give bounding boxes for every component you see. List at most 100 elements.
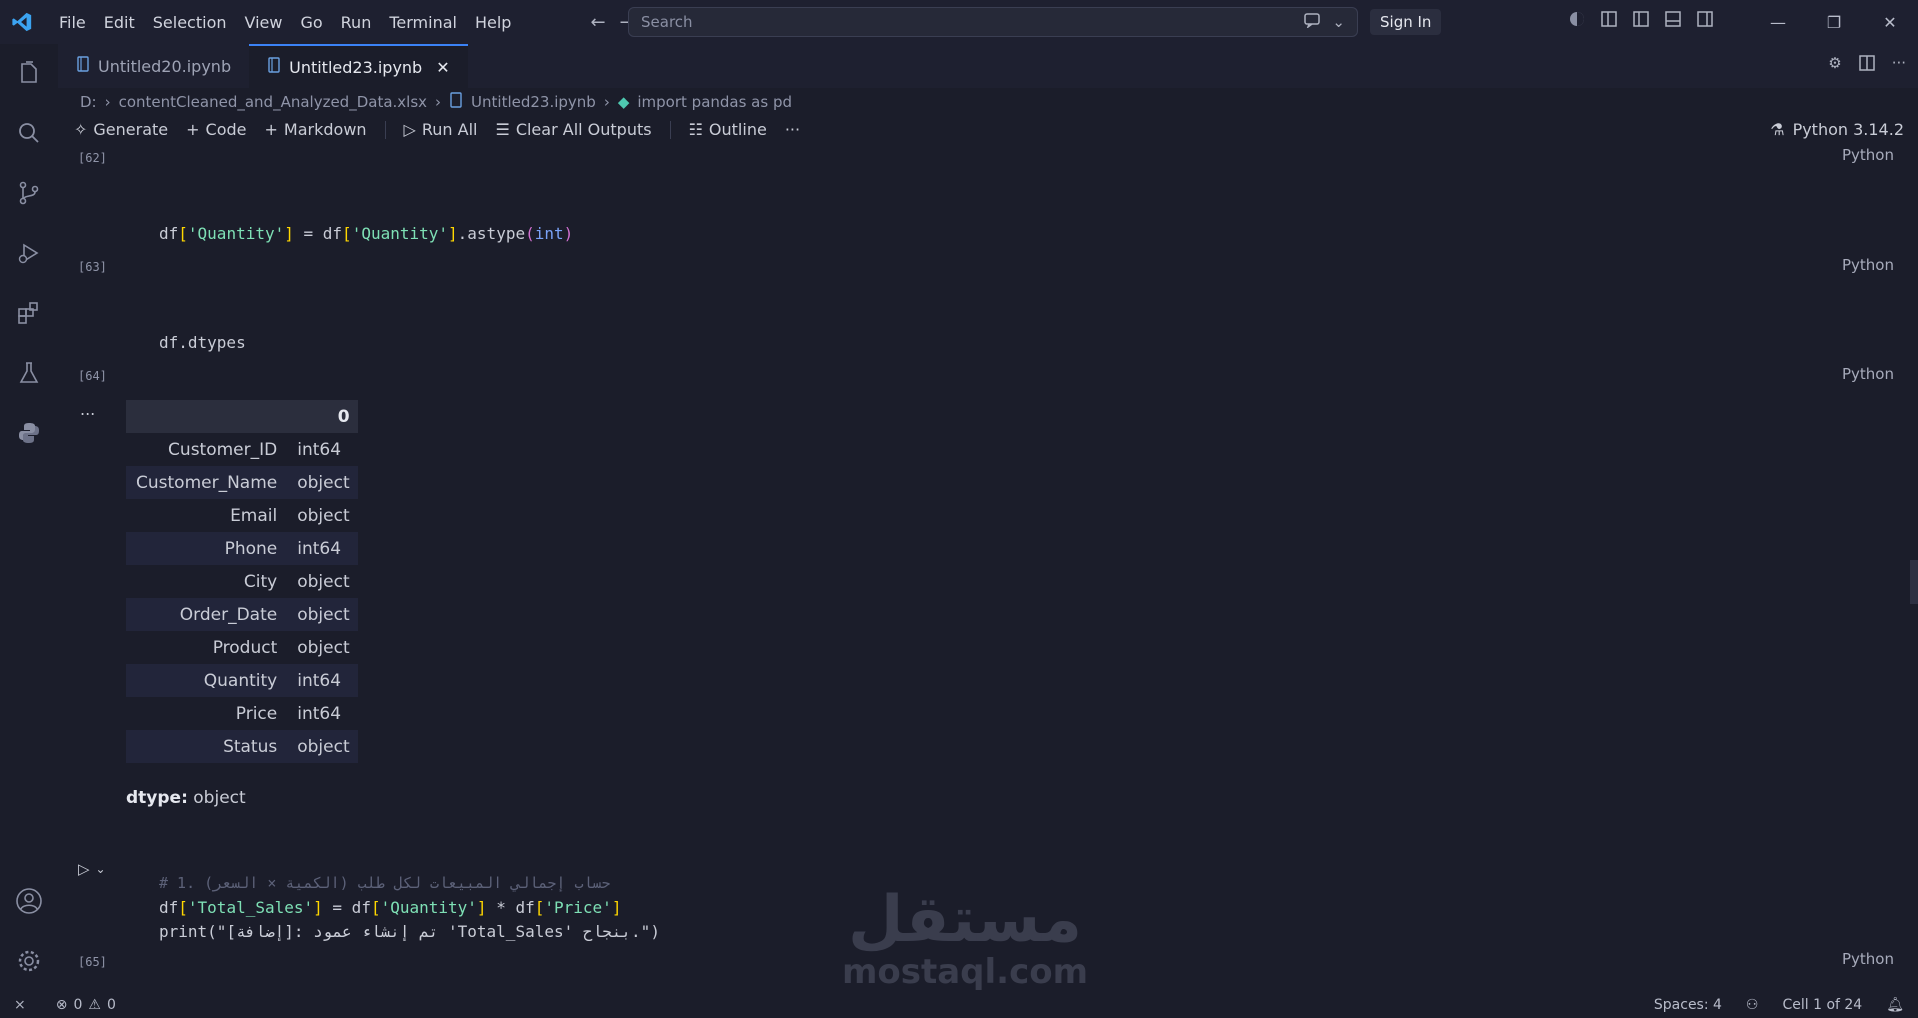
sign-in-button[interactable]: Sign In <box>1370 9 1442 35</box>
run-debug-icon[interactable] <box>14 238 44 268</box>
toggle-primary-sidebar-icon[interactable] <box>1632 10 1650 32</box>
chevron-right-icon: › <box>435 93 442 111</box>
errors-icon[interactable]: ⊗ <box>56 997 68 1013</box>
code-line[interactable]: df.dtypes <box>159 333 246 352</box>
account-icon[interactable] <box>14 886 44 916</box>
cell-language[interactable]: Python <box>1842 146 1894 164</box>
code-line[interactable]: df['Quantity'] = df['Quantity'].astype(i… <box>159 224 573 243</box>
row-label: Customer_ID <box>168 439 278 460</box>
row-label: Status <box>126 730 290 763</box>
code-comment[interactable]: # 1. حساب إجمالي المبيعات لكل طلب (الكمي… <box>159 874 611 892</box>
breadcrumb-file[interactable]: contentCleaned_and_Analyzed_Data.xlsx <box>119 93 427 111</box>
chevron-right-icon: › <box>603 93 610 111</box>
explorer-icon[interactable] <box>14 58 44 88</box>
notebook-icon <box>267 57 281 77</box>
scrollbar-thumb[interactable] <box>1910 560 1918 604</box>
notebook-toolbar: ✧ Generate + Code + Markdown ▷ Run All ☰ Clea… <box>74 120 800 139</box>
cell-position-status[interactable]: Cell 1 of 24 <box>1782 997 1862 1013</box>
extensions-icon[interactable] <box>14 298 44 328</box>
toggle-panel-icon[interactable] <box>1664 10 1682 32</box>
execution-count: [62] <box>78 151 107 165</box>
split-editor-icon[interactable] <box>1858 54 1876 76</box>
divider <box>384 120 386 139</box>
chevron-down-icon[interactable]: ⌄ <box>1332 13 1345 31</box>
python-icon[interactable] <box>14 418 44 448</box>
copilot-icon[interactable]: ⚇ <box>1746 997 1759 1013</box>
minimize-icon[interactable]: — <box>1750 0 1806 44</box>
run-all-button[interactable]: ▷ Run All <box>404 120 478 139</box>
more-toolbar-button[interactable]: ··· <box>785 120 800 139</box>
menu-run[interactable]: Run <box>332 13 381 32</box>
warnings-icon[interactable]: ⚠ <box>88 997 101 1013</box>
menu-file[interactable]: File <box>50 13 95 32</box>
notifications-bell-icon[interactable]: 🔔︎ <box>1886 997 1904 1013</box>
copilot-chat-icon[interactable] <box>1304 12 1322 32</box>
tab-untitled20[interactable]: Untitled20.ipynb <box>58 44 249 88</box>
table-row: Customer_Name object <box>126 466 358 499</box>
menu-edit[interactable]: Edit <box>95 13 144 32</box>
clear-all-outputs-button[interactable]: ☰ Clear All Outputs <box>495 120 651 139</box>
close-icon[interactable]: ✕ <box>436 58 449 77</box>
indentation-status[interactable]: Spaces: 4 <box>1654 997 1722 1013</box>
add-code-button[interactable]: + Code <box>186 120 246 139</box>
menu-selection[interactable]: Selection <box>144 13 236 32</box>
more-actions-icon[interactable]: ··· <box>1892 54 1906 76</box>
table-row: Product object <box>126 631 358 664</box>
table-row: Customer_ID int64 <box>126 433 358 466</box>
clear-label: Clear All Outputs <box>515 120 652 139</box>
menu-go[interactable]: Go <box>291 13 331 32</box>
manage-gear-icon[interactable] <box>14 946 44 976</box>
cell-language[interactable]: Python <box>1842 256 1894 274</box>
tab-untitled23[interactable]: Untitled23.ipynb ✕ <box>249 44 468 88</box>
menu-view[interactable]: View <box>236 13 292 32</box>
row-label: Quantity <box>126 664 290 697</box>
search-icon[interactable] <box>14 118 44 148</box>
dtype-footer: dtype: object <box>126 788 246 808</box>
table-header-blank <box>126 400 290 433</box>
title-bar: File Edit Selection View Go Run Terminal… <box>0 0 1918 44</box>
row-value: int64 <box>289 532 358 565</box>
back-arrow-icon[interactable]: ← <box>590 12 605 33</box>
output-more-icon[interactable]: ... <box>80 400 95 419</box>
accounts-theme-icon[interactable] <box>1568 10 1586 32</box>
menu-help[interactable]: Help <box>466 13 520 32</box>
table-row: Order_Date object <box>126 598 358 631</box>
code-label: Code <box>205 120 247 139</box>
remote-indicator-icon[interactable]: ⨯ <box>14 997 26 1013</box>
outline-button[interactable]: ☷ Outline <box>689 120 767 139</box>
menu-terminal[interactable]: Terminal <box>380 13 466 32</box>
breadcrumb-notebook[interactable]: Untitled23.ipynb <box>471 93 596 111</box>
row-label: City <box>243 571 278 592</box>
execution-count: [64] <box>78 369 107 383</box>
code-line[interactable]: df['Total_Sales'] = df['Quantity'] * df[… <box>159 898 621 917</box>
cell-language[interactable]: Python <box>1842 950 1894 968</box>
kernel-picker[interactable]: ⚗ Python 3.14.2 <box>1770 120 1904 139</box>
row-value: object <box>289 730 358 763</box>
source-control-icon[interactable] <box>14 178 44 208</box>
cell-language[interactable]: Python <box>1842 365 1894 383</box>
command-center-search[interactable]: Search ⌄ <box>628 7 1358 37</box>
row-value: int64 <box>289 664 358 697</box>
restore-icon[interactable]: ❐ <box>1806 0 1862 44</box>
close-window-icon[interactable]: ✕ <box>1862 0 1918 44</box>
generate-button[interactable]: ✧ Generate <box>74 120 168 139</box>
menu-bar: File Edit Selection View Go Run Terminal… <box>50 13 520 32</box>
run-cell-button[interactable]: ▷ ⌄ <box>78 860 106 878</box>
table-header: 0 <box>289 400 358 433</box>
testing-flask-icon[interactable] <box>14 358 44 388</box>
divider <box>669 120 671 139</box>
table-row: Quantity int64 <box>126 664 358 697</box>
toggle-secondary-sidebar-icon[interactable] <box>1696 10 1714 32</box>
notebook-settings-gear-icon[interactable]: ⚙ <box>1828 54 1841 76</box>
watermark-arabic: مستقل <box>847 883 1083 957</box>
editor-tabs: Untitled20.ipynb Untitled23.ipynb ✕ ⚙ ··… <box>58 44 1918 88</box>
add-markdown-button[interactable]: + Markdown <box>265 120 367 139</box>
row-value: object <box>289 598 358 631</box>
breadcrumb-cell[interactable]: import pandas as pd <box>637 93 792 111</box>
sparkle-icon: ✧ <box>74 120 88 139</box>
code-line[interactable]: print("[إضافة]: تم إنشاء عمود 'Total_Sal… <box>159 922 660 941</box>
row-value: object <box>289 466 358 499</box>
chevron-down-icon[interactable]: ⌄ <box>96 862 106 876</box>
customize-layout-icon[interactable] <box>1600 10 1618 32</box>
breadcrumb-drive[interactable]: D: <box>80 93 97 111</box>
